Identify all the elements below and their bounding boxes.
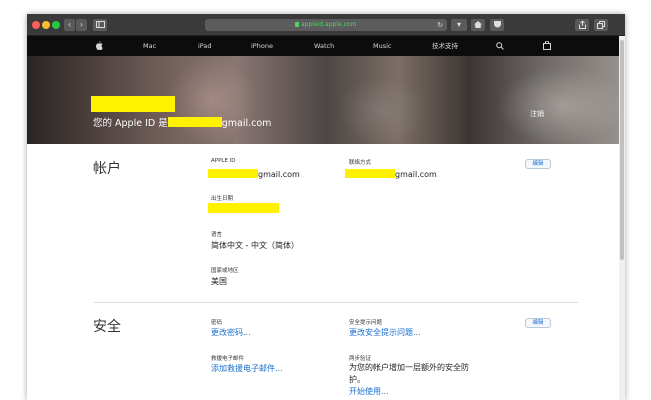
tabs-button[interactable]	[594, 19, 608, 31]
download-icon: ▾	[456, 20, 461, 29]
forward-icon: ›	[79, 20, 84, 29]
sidebar-icon	[95, 21, 105, 28]
page-scrollbar[interactable]	[619, 36, 625, 400]
nav-item-iphone[interactable]: iPhone	[251, 36, 273, 56]
region-value: 美国	[211, 277, 227, 286]
two-step-label: 两步验证	[349, 356, 372, 362]
browser-window: ‹ › appleid.apple.com ↻ ▾ Mac iPad iPhon…	[27, 14, 625, 400]
redacted-birthday	[208, 203, 279, 213]
search-icon[interactable]	[496, 42, 504, 50]
two-step-start-link[interactable]: 开始使用...	[349, 386, 389, 397]
download-button[interactable]: ▾	[451, 19, 467, 31]
rescue-email-label: 救援电子邮件	[211, 356, 245, 362]
redacted-user-name	[91, 96, 175, 112]
scrollbar-thumb[interactable]	[620, 40, 624, 260]
nav-item-mac[interactable]: Mac	[143, 36, 156, 56]
apple-logo-icon[interactable]	[95, 41, 103, 50]
language-value: 简体中文 - 中文（简体）	[211, 241, 299, 250]
logout-link[interactable]: 注销	[530, 109, 544, 119]
apple-nav-bar: Mac iPad iPhone Watch Music 技术支持	[27, 36, 625, 56]
hero-blur	[337, 76, 427, 144]
nav-item-support[interactable]: 技术支持	[432, 36, 458, 56]
home-button[interactable]	[471, 19, 485, 31]
add-rescue-email-link[interactable]: 添加救援电子邮件...	[211, 363, 283, 374]
nav-item-watch[interactable]: Watch	[314, 36, 334, 56]
pocket-icon	[493, 21, 501, 28]
nav-item-ipad[interactable]: iPad	[198, 36, 212, 56]
apple-id-value: gmail.com	[208, 169, 300, 179]
bag-icon[interactable]	[543, 41, 551, 50]
change-security-questions-link[interactable]: 更改安全提示问题...	[349, 327, 421, 338]
hero-banner: 您的 Apple ID 是 gmail.com 注销	[27, 56, 625, 144]
apple-id-label: APPLE ID	[211, 158, 236, 164]
region-label: 国家或地区	[211, 268, 239, 274]
zoom-window-button[interactable]	[52, 21, 60, 29]
reload-icon[interactable]: ↻	[437, 19, 443, 31]
account-edit-button[interactable]: 编辑	[525, 159, 551, 169]
back-button[interactable]: ‹	[64, 19, 75, 31]
pocket-button[interactable]	[490, 19, 504, 31]
redacted-email	[208, 169, 258, 178]
birthday-label: 出生日期	[211, 196, 234, 202]
tabs-icon	[597, 21, 605, 29]
sidebar-button[interactable]	[93, 19, 107, 31]
hero-blur	[497, 66, 625, 144]
lock-icon	[295, 22, 299, 27]
section-divider	[94, 302, 578, 303]
hero-blur	[167, 56, 257, 144]
contact-value: gmail.com	[345, 169, 437, 179]
change-password-link[interactable]: 更改密码...	[211, 327, 251, 338]
share-icon	[578, 20, 586, 29]
apple-id-suffix: gmail.com	[258, 170, 300, 179]
address-bar[interactable]: appleid.apple.com ↻	[205, 19, 447, 31]
contact-label: 联络方式	[349, 160, 372, 166]
hero-apple-id-suffix: gmail.com	[221, 118, 272, 129]
hero-apple-id-prefix: 您的 Apple ID 是	[93, 118, 168, 129]
back-icon: ‹	[67, 20, 72, 29]
close-window-button[interactable]	[32, 21, 40, 29]
password-label: 密码	[211, 320, 223, 326]
language-label: 语言	[211, 232, 223, 238]
minimize-window-button[interactable]	[42, 21, 50, 29]
security-edit-button[interactable]: 编辑	[525, 318, 551, 328]
share-button[interactable]	[575, 19, 589, 31]
security-questions-label: 安全提示问题	[349, 320, 383, 326]
contact-suffix: gmail.com	[395, 170, 437, 179]
home-icon	[474, 21, 482, 28]
redacted-email	[345, 169, 395, 178]
redacted-email	[167, 117, 222, 127]
account-section-title: 帐户	[93, 161, 121, 177]
hero-apple-id: 您的 Apple ID 是 gmail.com	[93, 117, 271, 130]
browser-toolbar: ‹ › appleid.apple.com ↻ ▾	[27, 14, 625, 36]
two-step-description: 为您的帐户增加一层额外的安全防护。	[349, 363, 469, 384]
forward-button[interactable]: ›	[76, 19, 87, 31]
nav-item-music[interactable]: Music	[373, 36, 392, 56]
address-url: appleid.apple.com	[301, 21, 357, 28]
security-section-title: 安全	[93, 319, 121, 335]
